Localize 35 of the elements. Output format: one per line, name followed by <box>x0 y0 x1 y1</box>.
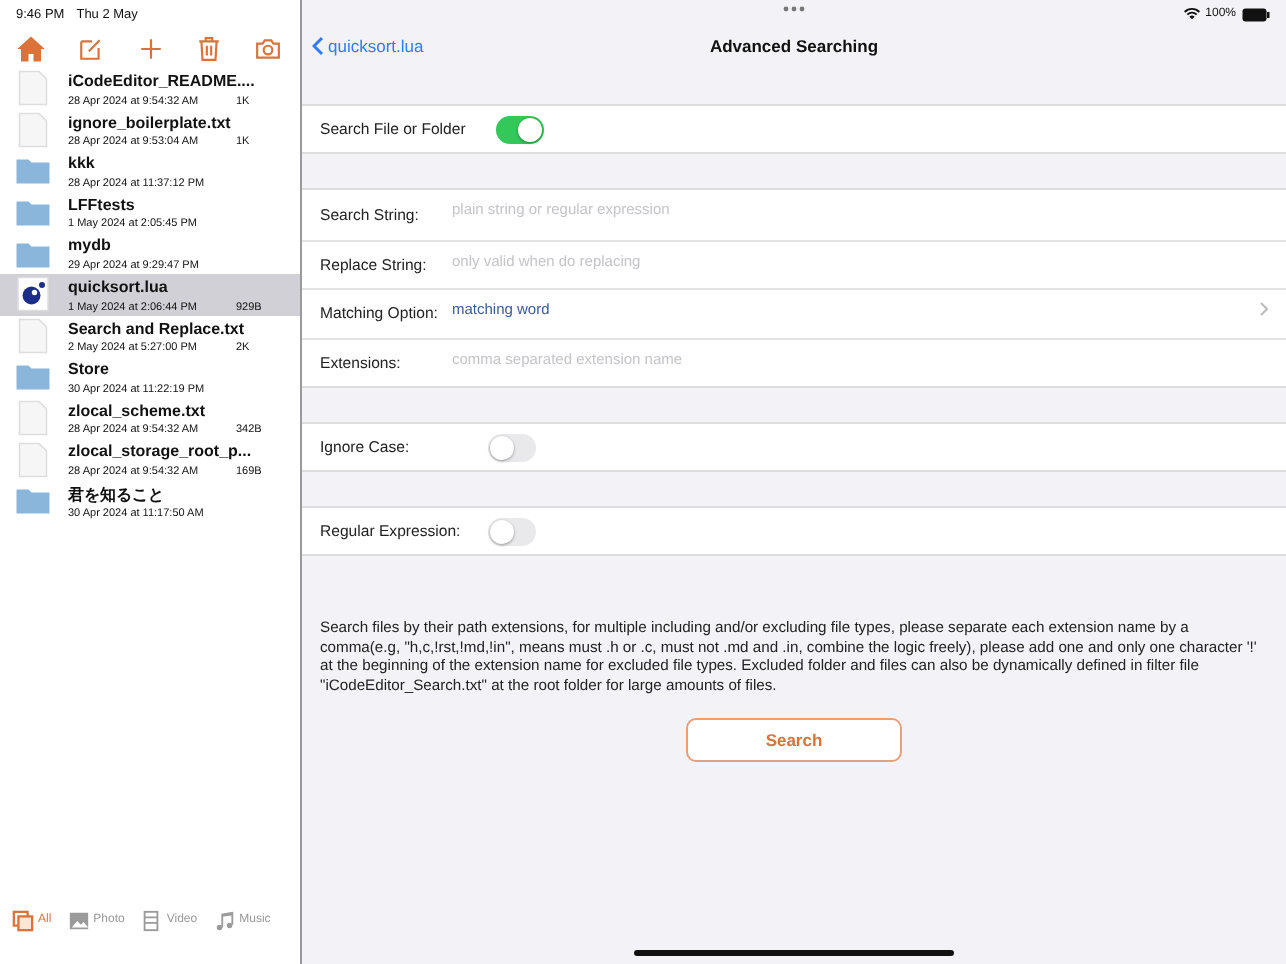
chevron-right-icon <box>1260 302 1268 316</box>
page-title: Advanced Searching <box>709 36 879 56</box>
music-note-icon <box>213 909 236 931</box>
home-icon[interactable] <box>16 33 46 63</box>
document-icon <box>14 441 52 478</box>
file-name: zlocal_storage_root_p... <box>68 442 254 461</box>
file-name: Search and Replace.txt <box>68 319 247 338</box>
photo-icon <box>67 909 90 931</box>
chevron-left-icon <box>312 36 324 56</box>
file-name: Store <box>68 360 111 379</box>
edit-icon[interactable] <box>78 35 105 61</box>
file-name: quicksort.lua <box>68 277 170 296</box>
toggle-switch[interactable] <box>496 115 544 143</box>
document-icon <box>14 111 52 148</box>
trash-icon[interactable] <box>195 35 222 61</box>
toggle-switch[interactable] <box>488 433 536 461</box>
file-name: LFFtests <box>68 195 137 214</box>
battery-icon <box>1242 7 1270 21</box>
file-name: kkk <box>68 154 97 173</box>
toggle-switch[interactable] <box>488 517 536 545</box>
multitasking-dots-icon[interactable] <box>783 6 805 12</box>
camera-icon[interactable] <box>254 35 282 61</box>
document-icon <box>14 70 52 107</box>
back-link[interactable]: quicksort.lua <box>302 36 424 56</box>
lua-file-icon <box>14 276 52 313</box>
file-name: zlocal_scheme.txt <box>68 401 207 420</box>
wifi-icon <box>1183 6 1200 22</box>
file-name: ignore_boilerplate.txt <box>68 113 233 132</box>
file-name: mydb <box>68 236 113 255</box>
file-name: iCodeEditor_README.... <box>68 72 257 90</box>
plus-icon[interactable] <box>137 35 163 61</box>
file-name: 君を知ること <box>68 483 166 506</box>
document-icon <box>14 400 52 437</box>
stacked-squares-icon <box>12 909 34 931</box>
film-strip-icon <box>140 909 163 931</box>
